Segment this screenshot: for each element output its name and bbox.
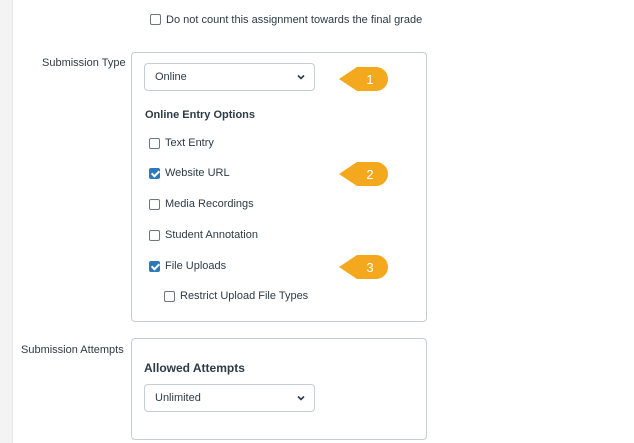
online-entry-options-heading: Online Entry Options — [145, 109, 256, 121]
restrict-file-types-label: Restrict Upload File Types — [180, 290, 309, 302]
exclude-final-grade-checkbox[interactable] — [150, 14, 161, 25]
allowed-attempts-value: Unlimited — [155, 392, 201, 404]
restrict-file-types-checkbox[interactable] — [164, 291, 175, 302]
callout-marker-1: 1 — [339, 67, 388, 91]
callout-marker-2: 2 — [339, 162, 388, 186]
submission-type-label: Submission Type — [42, 57, 126, 69]
student-annotation-label: Student Annotation — [165, 229, 258, 241]
submission-type-select[interactable]: Online — [144, 63, 315, 91]
student-annotation-checkbox[interactable] — [149, 230, 160, 241]
callout-number-1: 1 — [366, 72, 373, 87]
submission-type-value: Online — [155, 71, 187, 83]
text-entry-label: Text Entry — [165, 137, 214, 149]
callout-marker-3: 3 — [339, 255, 388, 279]
media-recordings-checkbox[interactable] — [149, 199, 160, 210]
callout-number-3: 3 — [366, 260, 373, 275]
website-url-label: Website URL — [165, 167, 230, 179]
website-url-checkbox[interactable] — [149, 168, 160, 179]
file-uploads-checkbox[interactable] — [149, 261, 160, 272]
allowed-attempts-select[interactable]: Unlimited — [144, 384, 315, 412]
callout-number-2: 2 — [366, 167, 373, 182]
exclude-final-grade-label: Do not count this assignment towards the… — [166, 14, 423, 26]
allowed-attempts-heading: Allowed Attempts — [144, 361, 245, 375]
submission-attempts-label: Submission Attempts — [21, 344, 124, 356]
chevron-down-icon — [297, 74, 305, 80]
text-entry-checkbox[interactable] — [149, 138, 160, 149]
assignment-settings-panel: Do not count this assignment towards the… — [12, 0, 634, 443]
media-recordings-label: Media Recordings — [165, 198, 254, 210]
chevron-down-icon — [297, 395, 305, 401]
file-uploads-label: File Uploads — [165, 260, 227, 272]
